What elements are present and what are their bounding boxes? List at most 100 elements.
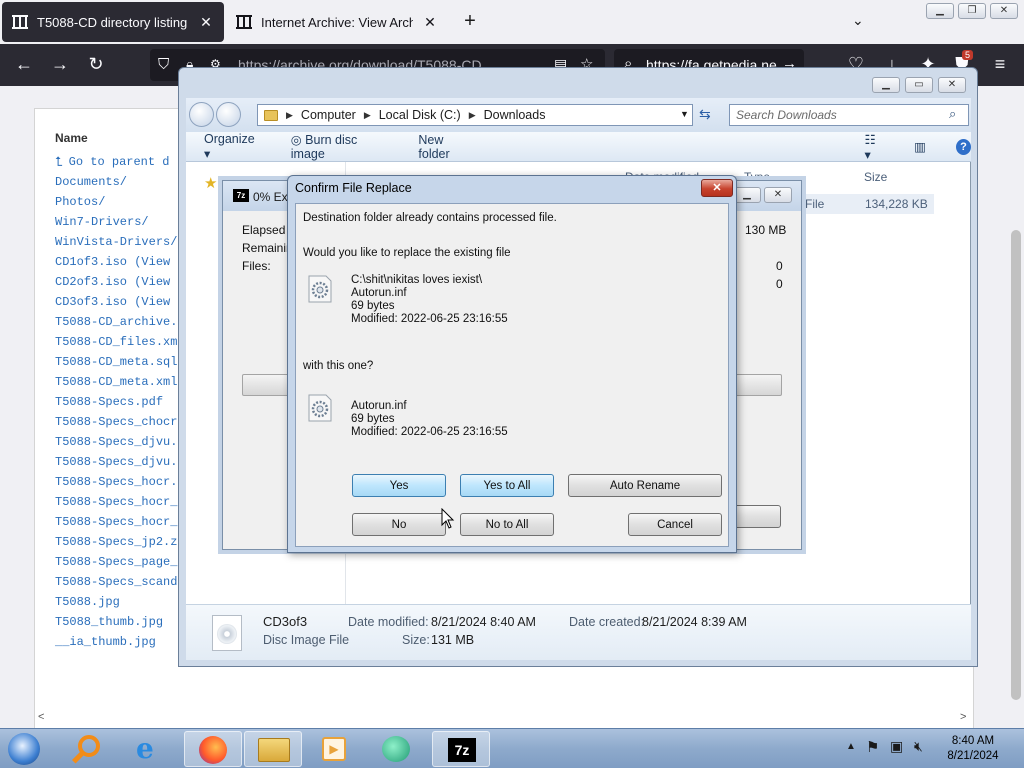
views-icon[interactable]: ☷ ▾ <box>864 132 884 162</box>
chevron-right-icon[interactable]: ▶ <box>469 110 476 121</box>
scroll-right-icon[interactable]: > <box>960 711 966 723</box>
notification-badge: 5 <box>962 50 974 60</box>
file-link[interactable]: T5088-Specs_chocr. <box>55 415 185 429</box>
close-tab-icon[interactable]: ✕ <box>422 14 438 31</box>
yes-to-all-button[interactable]: Yes to All <box>460 474 554 497</box>
shield-icon[interactable]: ⛉ <box>158 56 169 73</box>
file-link[interactable]: T5088-CD_meta.sqli <box>55 355 185 369</box>
volume-muted-icon[interactable]: 🔇︎ <box>914 738 923 755</box>
disc-image-icon <box>212 615 242 651</box>
file-link[interactable]: T5088-Specs_jp2.zi <box>55 535 185 549</box>
chevron-down-icon[interactable]: ⌄ <box>852 12 864 29</box>
file-link[interactable]: T5088-Specs_hocr_p <box>55 495 185 509</box>
details-modified-label: Date modified: <box>348 615 429 629</box>
minimize-button[interactable]: ▁ <box>926 3 954 19</box>
search-icon[interactable]: ⌕ <box>949 106 956 122</box>
dialog-close-button[interactable]: ✕ <box>701 179 733 197</box>
file-link[interactable]: Win7-Drivers/ <box>55 215 149 229</box>
file-link[interactable]: T5088-Specs_hocr_s <box>55 515 185 529</box>
chevron-down-icon[interactable]: ▼ <box>680 109 689 119</box>
file-link[interactable]: T5088.jpg <box>55 595 120 609</box>
taskbar-7zip[interactable]: 7z <box>432 731 490 767</box>
taskbar-chat-app[interactable] <box>368 731 426 767</box>
file-link[interactable]: CD1of3.iso (View C <box>55 255 185 269</box>
explorer-close-button[interactable]: ✕ <box>938 77 966 93</box>
file-link[interactable]: Documents/ <box>55 175 127 189</box>
file-link[interactable]: T5088-Specs_djvu.x <box>55 455 185 469</box>
breadcrumb[interactable]: ▶ Computer ▶ Local Disk (C:) ▶ Downloads… <box>257 104 693 126</box>
taskbar-media-player[interactable]: ▶ <box>306 731 364 767</box>
file-link[interactable]: __ia_thumb.jpg <box>55 635 156 649</box>
explorer-maximize-button[interactable]: ▭ <box>905 77 933 93</box>
file-link[interactable]: CD3of3.iso (View C <box>55 295 185 309</box>
search-input[interactable]: Search Downloads <box>729 104 969 126</box>
breadcrumb-computer[interactable]: Computer <box>301 108 356 122</box>
name-column-header[interactable]: Name <box>55 131 88 145</box>
column-size[interactable]: Size <box>864 170 887 184</box>
close-window-button[interactable]: ✕ <box>990 3 1018 19</box>
yes-button[interactable]: Yes <box>352 474 446 497</box>
no-button[interactable]: No <box>352 513 446 536</box>
taskbar-internet-explorer[interactable]: e <box>122 731 180 767</box>
chat-bubble-icon <box>382 736 410 762</box>
burn-disc-image-button[interactable]: ◎ Burn disc image <box>291 132 389 161</box>
refresh-icon[interactable]: ⇆ <box>699 106 711 123</box>
file-link[interactable]: T5088-Specs_djvu.t <box>55 435 185 449</box>
start-button[interactable] <box>4 731 44 767</box>
explorer-minimize-button[interactable]: ▁ <box>872 77 900 93</box>
cancel-button[interactable]: Cancel <box>628 513 722 536</box>
file-link[interactable]: WinVista-Drivers/ <box>55 235 177 249</box>
chevron-right-icon[interactable]: ▶ <box>364 110 371 121</box>
auto-rename-button[interactable]: Auto Rename <box>568 474 722 497</box>
extract-close-button[interactable]: ✕ <box>764 187 792 203</box>
file-link[interactable]: T5088_thumb.jpg <box>55 615 163 629</box>
file-link[interactable]: T5088-Specs.pdf <box>55 395 163 409</box>
no-to-all-button[interactable]: No to All <box>460 513 554 536</box>
file-row[interactable]: File 134,228 KB <box>799 194 934 214</box>
breadcrumb-local-disk[interactable]: Local Disk (C:) <box>379 108 461 122</box>
preview-pane-icon[interactable]: ▥ <box>914 139 926 154</box>
file-link[interactable]: T5088-Specs_page_n <box>55 555 185 569</box>
clock[interactable]: 8:40 AM 8/21/2024 <box>932 734 1014 764</box>
favorites-star-icon[interactable]: ★ <box>204 174 217 192</box>
maximize-button[interactable]: ❐ <box>958 3 986 19</box>
page-scroll-thumb[interactable] <box>1011 230 1021 700</box>
horizontal-scrollbar[interactable]: < > <box>34 711 974 725</box>
parent-link[interactable]: ⮤ Go to parent d <box>55 155 170 170</box>
network-icon[interactable]: ▣ <box>890 738 903 755</box>
file-link[interactable]: T5088-Specs_hocr.h <box>55 475 185 489</box>
menu-icon[interactable]: ≡ <box>988 53 1012 77</box>
organize-button[interactable]: Organize ▾ <box>204 132 261 161</box>
action-center-flag-icon[interactable]: ⚑ <box>866 738 879 756</box>
file-link[interactable]: T5088-CD_archive.t <box>55 315 185 329</box>
scroll-left-icon[interactable]: < <box>38 711 44 723</box>
file-link[interactable]: CD2of3.iso (View C <box>55 275 185 289</box>
tab-bar: T5088-CD directory listing ✕ Internet Ar… <box>0 0 1024 44</box>
back-icon[interactable]: ← <box>12 53 36 77</box>
new-tab-button[interactable]: + <box>458 10 482 34</box>
organize-label: Organize <box>204 132 255 146</box>
tab-view-archive[interactable]: Internet Archive: View Archive ✕ <box>226 2 448 42</box>
breadcrumb-downloads[interactable]: Downloads <box>484 108 546 122</box>
tab-title: Internet Archive: View Archive <box>261 14 413 30</box>
file-link[interactable]: T5088-CD_files.xml <box>55 335 185 349</box>
chevron-right-icon[interactable]: ▶ <box>286 110 293 121</box>
explorer-toolbar: Organize ▾ ◎ Burn disc image New folder … <box>186 132 971 162</box>
file-link[interactable]: T5088-Specs_scanda <box>55 575 185 589</box>
forward-icon[interactable]: → <box>48 53 72 77</box>
forward-button[interactable] <box>216 102 241 127</box>
taskbar-firefox[interactable] <box>184 731 242 767</box>
taskbar-file-explorer[interactable] <box>244 731 302 767</box>
help-icon[interactable]: ? <box>955 138 971 155</box>
reload-icon[interactable]: ↻ <box>84 53 108 77</box>
extract-minimize-button[interactable]: ▁ <box>733 187 761 203</box>
back-button[interactable] <box>189 102 214 127</box>
close-tab-icon[interactable]: ✕ <box>198 14 214 31</box>
parent-link-label[interactable]: Go to parent d <box>69 155 170 170</box>
taskbar-search-app[interactable] <box>62 731 120 767</box>
new-folder-button[interactable]: New folder <box>418 133 474 161</box>
tab-directory-listing[interactable]: T5088-CD directory listing ✕ <box>2 2 224 42</box>
file-link[interactable]: T5088-CD_meta.xml <box>55 375 177 389</box>
show-hidden-icons-icon[interactable]: ▲ <box>846 741 856 752</box>
file-link[interactable]: Photos/ <box>55 195 105 209</box>
